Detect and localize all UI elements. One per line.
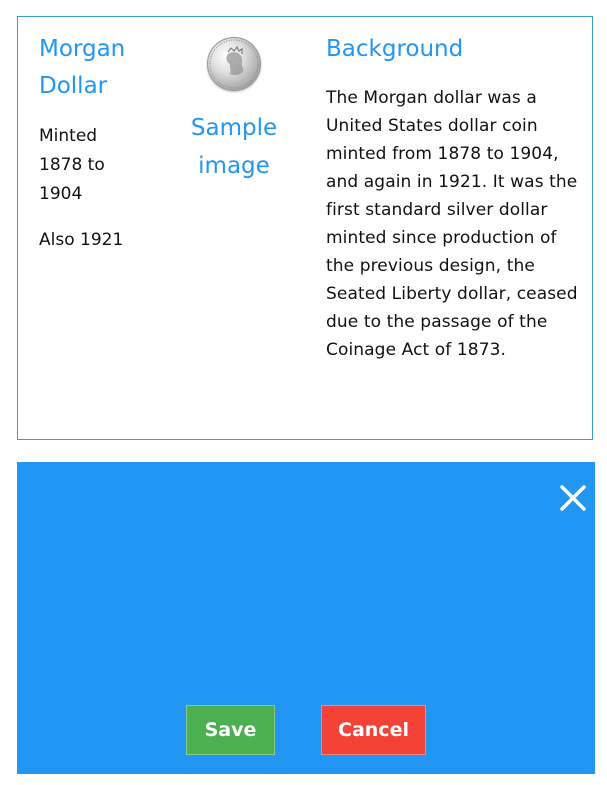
card-right-column: Background The Morgan dollar was a Unite… xyxy=(326,31,584,364)
coin-icon xyxy=(207,37,261,91)
card-title: Morgan Dollar xyxy=(39,36,126,99)
save-button[interactable]: Save xyxy=(186,705,275,755)
image-caption: Sample image xyxy=(190,115,278,179)
coin-card: Morgan Dollar Minted 1878 to 1904 Also 1… xyxy=(17,16,593,440)
card-left-column: Morgan Dollar Minted 1878 to 1904 Also 1… xyxy=(39,31,169,255)
background-text: The Morgan dollar was a United States do… xyxy=(326,88,578,360)
close-icon[interactable] xyxy=(557,482,589,514)
cancel-button[interactable]: Cancel xyxy=(321,705,426,755)
minted-years: Minted 1878 to 1904 xyxy=(39,126,105,204)
card-image-column: Sample image xyxy=(176,37,292,185)
modal-panel: Save Cancel xyxy=(17,462,595,774)
also-year: Also 1921 xyxy=(39,230,124,250)
background-heading: Background xyxy=(326,36,464,62)
